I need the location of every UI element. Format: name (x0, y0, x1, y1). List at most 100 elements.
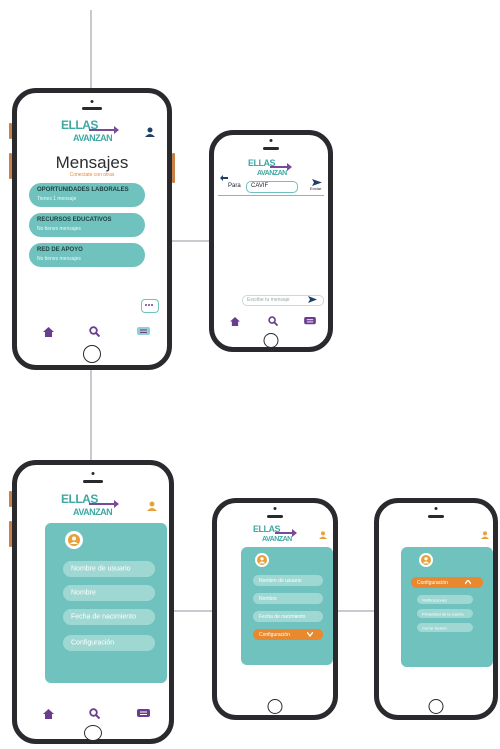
side-button (9, 153, 12, 179)
group-preview: No tienes mensajes (37, 226, 81, 232)
flow-line-top (90, 10, 92, 90)
brand-logo: ELLAS AVANZAN (61, 119, 121, 147)
birthdate-field[interactable]: Fecha de nacimiento (253, 611, 323, 622)
speaker (82, 107, 102, 110)
search-icon[interactable] (268, 316, 278, 326)
brand-arrow (275, 529, 297, 537)
send-icon[interactable] (308, 296, 317, 303)
home-icon[interactable] (43, 327, 54, 337)
home-button[interactable] (428, 699, 444, 714)
flow-line-3-4 (172, 610, 214, 612)
brand-line2: AVANZAN (73, 507, 113, 517)
username-field[interactable]: Nombre de usuario (63, 561, 155, 577)
profile-panel: Nombre de usuario Nombre Fecha de nacimi… (241, 547, 333, 665)
search-icon[interactable] (89, 326, 100, 337)
home-icon[interactable] (230, 317, 240, 326)
settings-option-logout[interactable]: Cerrar Sesión (417, 623, 473, 632)
settings-panel: Configuración Notificaciones Privacidad … (401, 547, 493, 667)
header-divider (218, 195, 324, 196)
message-group-item[interactable]: OPORTUNIDADES LABORALES Tienes 1 mensaje (29, 183, 145, 207)
settings-dropdown[interactable]: Configuración (411, 577, 483, 588)
speaker (263, 147, 279, 150)
brand-line2: AVANZAN (257, 170, 287, 177)
group-title: OPORTUNIDADES LABORALES (37, 187, 129, 193)
search-icon[interactable] (89, 708, 100, 719)
settings-label: Configuración (259, 632, 290, 638)
speaker (83, 480, 103, 483)
profile-panel: Nombre de usuario Nombre Fecha de nacimi… (45, 523, 167, 683)
home-icon[interactable] (43, 709, 54, 719)
to-label: Para (228, 183, 241, 189)
chat-icon[interactable] (137, 327, 150, 337)
camera (273, 507, 277, 510)
name-field[interactable]: Nombre (253, 593, 323, 604)
name-field[interactable]: Nombre (63, 585, 155, 601)
message-group-item[interactable]: RED DE APOYO No tienes mensajes (29, 243, 145, 267)
message-placeholder: Escribe tu mensaje (247, 297, 290, 303)
send-icon (312, 179, 322, 186)
user-icon (68, 534, 80, 546)
phone-settings-open: Configuración Notificaciones Privacidad … (374, 498, 498, 720)
flow-line-4-5 (336, 610, 376, 612)
page-subtitle: Conectate con otras (69, 172, 115, 178)
settings-option-privacy[interactable]: Privacidad de la cuenta (417, 609, 473, 618)
side-button (9, 491, 12, 507)
phone-messages: ELLAS AVANZAN Mensajes Conectate con otr… (9, 88, 175, 370)
user-icon (257, 555, 267, 565)
brand-line2: AVANZAN (73, 133, 113, 143)
brand-logo: ELLAS AVANZAN (253, 525, 299, 545)
group-title: RECURSOS EDUCATIVOS (37, 217, 112, 223)
speaker (267, 515, 283, 518)
camera (434, 507, 438, 510)
chevron-up-icon (465, 580, 471, 585)
brand-line2: AVANZAN (262, 536, 292, 543)
back-arrow-icon[interactable] (220, 175, 228, 181)
phone-compose: ELLAS AVANZAN Para CAVIF Enviar Escribe … (209, 130, 333, 352)
side-button (9, 123, 12, 139)
phone-profile-config: ELLAS AVANZAN Nombre de usuario Nombre F… (212, 498, 338, 720)
settings-option-notifications[interactable]: Notificaciones (417, 595, 473, 604)
settings-dropdown[interactable]: Configuración (253, 629, 323, 640)
home-button[interactable] (263, 333, 279, 348)
birthdate-field[interactable]: Fecha de nacimiento (63, 609, 155, 625)
group-preview: Tienes 1 mensaje (37, 196, 77, 202)
user-icon[interactable] (481, 531, 489, 539)
settings-field[interactable]: Configuración (63, 635, 155, 651)
user-icon[interactable] (319, 531, 327, 539)
page-title: Mensajes (55, 153, 129, 172)
side-button (172, 153, 175, 183)
chat-icon[interactable] (304, 317, 316, 326)
home-button[interactable] (267, 699, 283, 714)
user-icon[interactable] (145, 127, 155, 137)
send-label: Enviar (310, 186, 322, 191)
flow-line-1-3 (90, 368, 92, 462)
user-icon[interactable] (147, 501, 157, 511)
camera (90, 100, 94, 103)
brand-logo: ELLAS AVANZAN (61, 493, 121, 521)
chevron-down-icon (307, 632, 313, 637)
side-button (9, 521, 12, 547)
new-message-button[interactable] (141, 299, 159, 313)
home-button[interactable] (84, 725, 102, 741)
brand-arrow (89, 500, 119, 508)
send-to-button[interactable]: Enviar (310, 179, 326, 193)
brand-arrow (89, 126, 119, 134)
camera (269, 139, 273, 142)
group-title: RED DE APOYO (37, 247, 83, 253)
brand-logo: ELLAS AVANZAN (248, 159, 294, 179)
message-group-item[interactable]: RECURSOS EDUCATIVOS No tienes mensajes (29, 213, 145, 237)
group-preview: No tienes mensajes (37, 256, 81, 262)
chat-icon[interactable] (137, 709, 150, 719)
home-button[interactable] (83, 345, 101, 363)
username-field[interactable]: Nombre de usuario (253, 575, 323, 586)
speaker (428, 515, 444, 518)
phone-profile: ELLAS AVANZAN Nombre de usuario Nombre F… (9, 460, 174, 744)
to-value: CAVIF (251, 183, 269, 189)
user-icon (421, 555, 431, 565)
settings-label: Configuración (417, 580, 448, 586)
more-icon (145, 304, 153, 306)
camera (91, 472, 95, 475)
flow-line-1-2 (170, 240, 212, 242)
to-input[interactable]: CAVIF (246, 181, 298, 193)
brand-arrow (270, 163, 292, 171)
